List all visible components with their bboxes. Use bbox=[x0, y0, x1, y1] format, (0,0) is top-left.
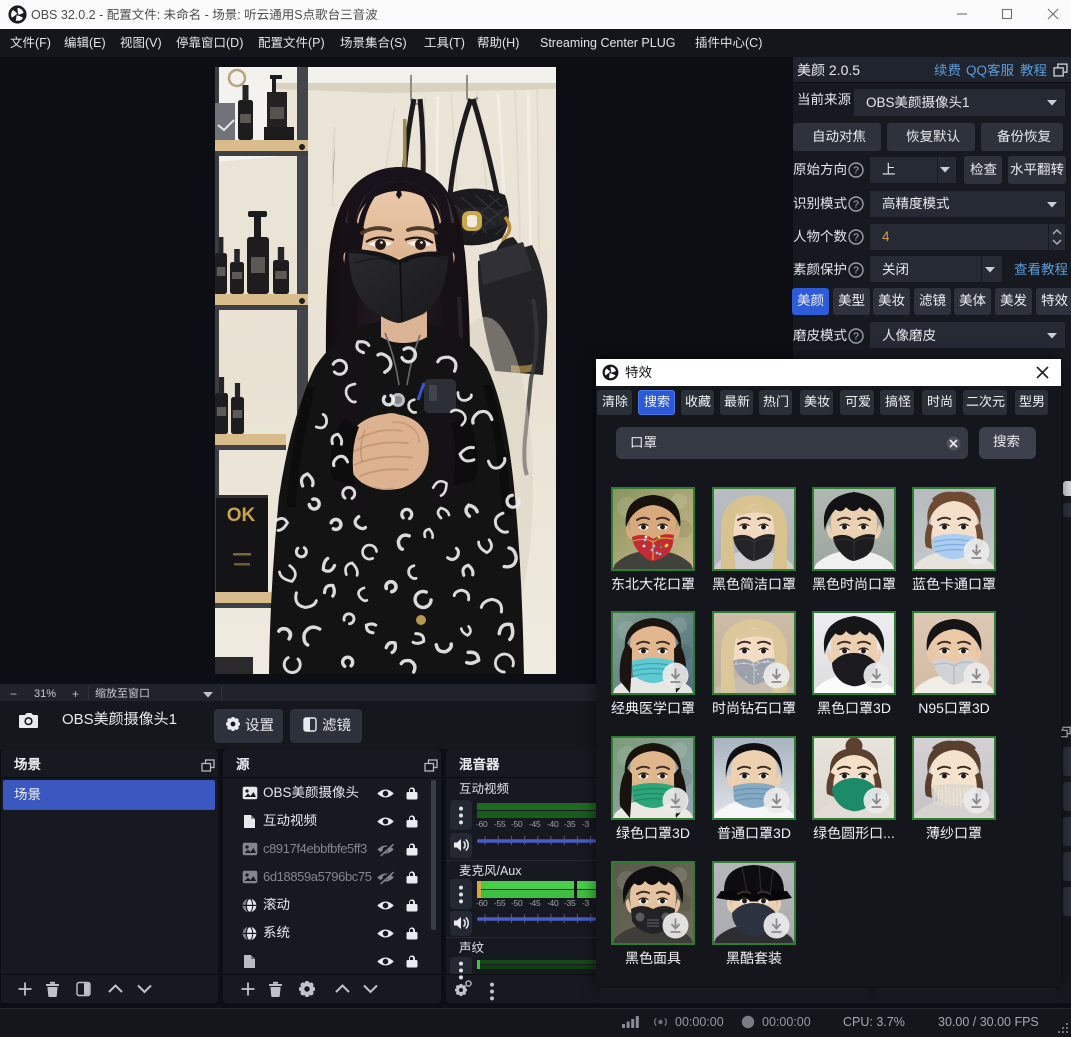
svg-text:?: ? bbox=[853, 232, 859, 244]
svg-text:?: ? bbox=[853, 165, 859, 177]
svg-text:?: ? bbox=[853, 265, 859, 277]
svg-text:?: ? bbox=[853, 199, 859, 211]
svg-text:OK: OK bbox=[227, 505, 256, 526]
svg-text:?: ? bbox=[853, 331, 859, 343]
